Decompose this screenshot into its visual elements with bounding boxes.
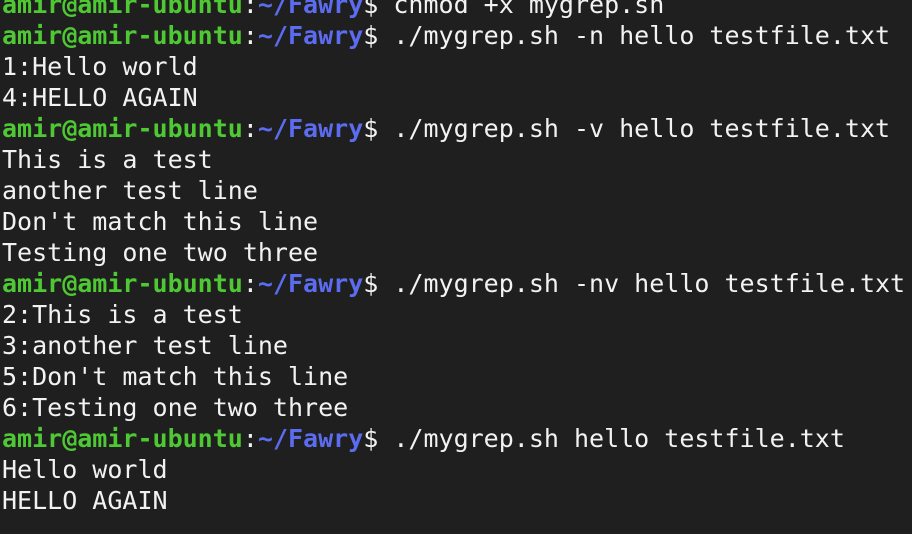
command-line: amir@amir-ubuntu:~/Fawry$ ./mygrep.sh he… <box>2 423 912 454</box>
output-line: another test line <box>2 176 258 205</box>
prompt-symbol: $ <box>363 0 394 19</box>
prompt-symbol: $ <box>363 424 394 453</box>
prompt-symbol: $ <box>363 269 394 298</box>
command-line: amir@amir-ubuntu:~/Fawry$ ./mygrep.sh -n… <box>2 20 912 51</box>
output-line: 1:Hello world <box>2 52 198 81</box>
output-line: 2:This is a test <box>2 300 243 329</box>
output-line: HELLO AGAIN <box>2 486 168 515</box>
prompt-separator: : <box>242 21 258 50</box>
output-line: Hello world <box>2 455 168 484</box>
prompt-user-host: amir@amir-ubuntu <box>2 0 243 19</box>
output-line: 3:another test line <box>2 331 288 360</box>
command-line: amir@amir-ubuntu:~/Fawry$ chmod +x mygre… <box>2 0 912 20</box>
output-line: 6:Testing one two three <box>2 393 349 422</box>
prompt-path: ~/Fawry <box>257 0 364 19</box>
prompt-separator: : <box>242 269 258 298</box>
prompt-user-host: amir@amir-ubuntu <box>2 424 243 453</box>
output-line: Testing one two three <box>2 238 319 267</box>
command-line: amir@amir-ubuntu:~/Fawry$ ./mygrep.sh -v… <box>2 113 912 144</box>
command-text: ./mygrep.sh hello testfile.txt <box>393 424 845 453</box>
output-line: 4:HELLO AGAIN <box>2 83 198 112</box>
output-line: 5:Don't match this line <box>2 362 349 391</box>
prompt-separator: : <box>242 0 258 19</box>
prompt-symbol: $ <box>363 21 394 50</box>
prompt-path: ~/Fawry <box>257 21 364 50</box>
command-text: chmod +x mygrep.sh <box>393 0 665 19</box>
command-text: ./mygrep.sh -n hello testfile.txt <box>393 21 891 50</box>
prompt-user-host: amir@amir-ubuntu <box>2 269 243 298</box>
output-line: This is a test <box>2 145 213 174</box>
command-line: amir@amir-ubuntu:~/Fawry$ ./mygrep.sh -n… <box>2 268 912 299</box>
output-line: Don't match this line <box>2 207 319 236</box>
terminal-window[interactable]: amir@amir-ubuntu:~/Fawry$ chmod +x mygre… <box>0 0 912 534</box>
prompt-separator: : <box>242 114 258 143</box>
prompt-path: ~/Fawry <box>257 269 364 298</box>
prompt-path: ~/Fawry <box>257 114 364 143</box>
prompt-path: ~/Fawry <box>257 424 364 453</box>
prompt-separator: : <box>242 424 258 453</box>
prompt-user-host: amir@amir-ubuntu <box>2 21 243 50</box>
command-text: ./mygrep.sh -v hello testfile.txt <box>393 114 891 143</box>
command-text: ./mygrep.sh -nv hello testfile.txt <box>393 269 906 298</box>
prompt-user-host: amir@amir-ubuntu <box>2 114 243 143</box>
prompt-symbol: $ <box>363 114 394 143</box>
